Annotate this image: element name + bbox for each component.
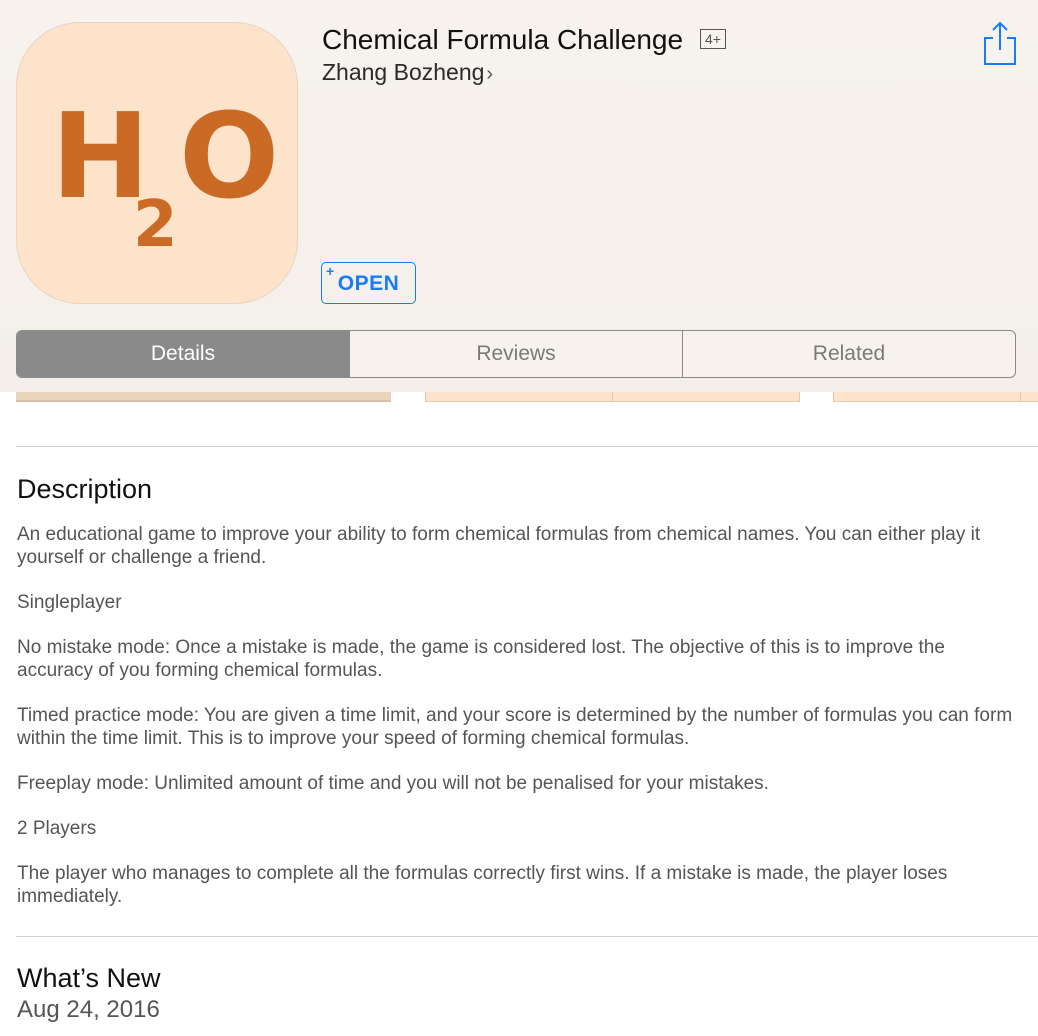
plus-icon: + xyxy=(326,263,335,279)
description-heading: Description xyxy=(17,474,153,504)
app-icon-subscript: 2 xyxy=(133,188,178,262)
tab-segmented-control: Details Reviews Related xyxy=(16,330,1016,378)
description-paragraph: Freeplay mode: Unlimited amount of time … xyxy=(17,773,769,794)
app-icon-letter-o: O xyxy=(179,87,280,225)
whats-new-heading: What’s New xyxy=(17,963,161,993)
description-paragraph: No mistake mode: Once a mistake is made,… xyxy=(17,637,945,681)
tab-related[interactable]: Related xyxy=(682,331,1015,377)
age-rating-badge: 4+ xyxy=(700,29,726,49)
tab-reviews[interactable]: Reviews xyxy=(349,331,682,377)
developer-name: Zhang Bozheng xyxy=(322,59,485,85)
description-body: An educational game to improve your abil… xyxy=(17,523,1022,930)
share-icon xyxy=(984,21,1016,65)
description-paragraph: An educational game to improve your abil… xyxy=(17,524,981,568)
release-date: Aug 24, 2016 xyxy=(17,996,160,1023)
description-paragraph: 2 Players xyxy=(17,818,97,839)
divider xyxy=(16,936,1038,937)
screenshot-thumbnail[interactable] xyxy=(833,392,1038,402)
description-paragraph: The player who manages to complete all t… xyxy=(17,863,948,907)
chevron-right-icon: › xyxy=(486,63,494,85)
app-header: H 2 O Chemical Formula Challenge 4+ Zhan… xyxy=(0,0,1038,392)
open-button[interactable]: + OPEN xyxy=(321,262,416,304)
tab-details[interactable]: Details xyxy=(17,331,349,377)
screenshot-thumbnail[interactable] xyxy=(16,392,391,402)
description-paragraph: Singleplayer xyxy=(17,592,122,613)
app-title: Chemical Formula Challenge xyxy=(322,24,684,55)
description-paragraph: Timed practice mode: You are given a tim… xyxy=(17,705,1013,749)
share-button[interactable] xyxy=(980,20,1020,68)
divider xyxy=(16,446,1038,447)
screenshot-thumbnail[interactable] xyxy=(425,392,800,402)
app-icon: H 2 O xyxy=(16,22,298,304)
open-button-label: OPEN xyxy=(337,272,400,295)
developer-link[interactable]: Zhang Bozheng › xyxy=(322,59,493,86)
